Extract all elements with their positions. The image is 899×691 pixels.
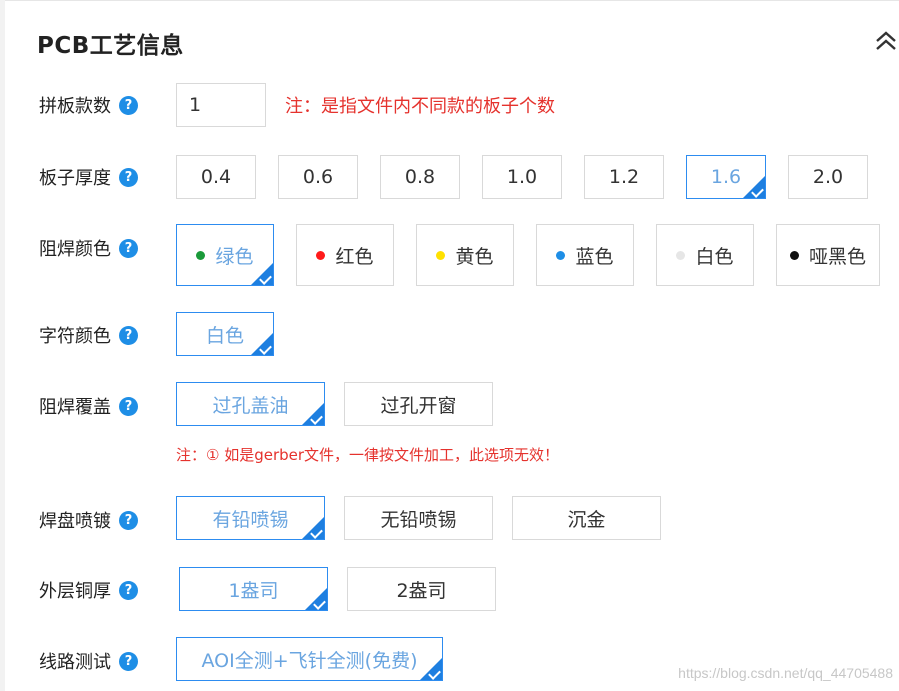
watermark: https://blog.csdn.net/qq_44705488	[678, 665, 893, 681]
solder-color-matte-black[interactable]: 哑黑色	[776, 224, 880, 286]
help-icon[interactable]: ?	[119, 510, 138, 530]
thickness-option-2.0[interactable]: 2.0	[788, 155, 868, 199]
label-solder-mask-cover: 阻焊覆盖 ?	[39, 393, 138, 419]
solder-color-white[interactable]: 白色	[656, 224, 754, 286]
check-icon	[313, 597, 326, 610]
double-chevron-up-icon[interactable]	[873, 29, 899, 53]
panel-count-note: 注：是指文件内不同款的板子个数	[285, 96, 555, 117]
thickness-option-1.0[interactable]: 1.0	[482, 155, 562, 199]
help-icon[interactable]: ?	[119, 238, 138, 258]
thickness-option-0.4[interactable]: 0.4	[176, 155, 256, 199]
thickness-option-1.6[interactable]: 1.6	[686, 155, 766, 199]
help-icon[interactable]: ?	[119, 167, 138, 187]
solder-color-red[interactable]: 红色	[296, 224, 394, 286]
black-dot-icon	[789, 250, 799, 260]
finish-enig[interactable]: 沉金	[512, 496, 661, 540]
help-icon[interactable]: ?	[119, 325, 138, 345]
panel-count-input[interactable]	[176, 83, 266, 127]
help-icon[interactable]: ?	[119, 580, 138, 600]
solder-mask-cover-note: 注：① 如是gerber文件，一律按文件加工，此选项无效！	[176, 446, 560, 464]
thickness-option-0.6[interactable]: 0.6	[278, 155, 358, 199]
help-icon[interactable]: ?	[119, 396, 138, 416]
label-panel-count: 拼板款数 ?	[39, 92, 138, 118]
silkscreen-color-white[interactable]: 白色	[176, 312, 274, 356]
section-title: PCB工艺信息	[37, 33, 184, 59]
check-icon	[751, 185, 764, 198]
label-silkscreen-color: 字符颜色 ?	[39, 322, 138, 348]
label-thickness: 板子厚度 ?	[39, 164, 138, 190]
green-dot-icon	[196, 250, 206, 260]
copper-2oz-option[interactable]: 2盎司	[347, 567, 496, 611]
thickness-option-0.8[interactable]: 0.8	[380, 155, 460, 199]
via-open-option[interactable]: 过孔开窗	[344, 382, 493, 426]
check-icon	[310, 526, 323, 539]
yellow-dot-icon	[436, 250, 446, 260]
check-icon	[259, 342, 272, 355]
blue-dot-icon	[556, 250, 566, 260]
label-circuit-test: 线路测试 ?	[39, 648, 138, 674]
finish-lead-free-hasl[interactable]: 无铅喷锡	[344, 496, 493, 540]
help-icon[interactable]: ?	[119, 651, 138, 671]
label-copper-thickness: 外层铜厚 ?	[39, 577, 138, 603]
circuit-test-aoi-flying-probe[interactable]: AOI全测+飞针全测(免费)	[176, 637, 443, 681]
red-dot-icon	[316, 250, 326, 260]
solder-color-blue[interactable]: 蓝色	[536, 224, 634, 286]
white-dot-icon	[676, 250, 686, 260]
copper-1oz-option[interactable]: 1盎司	[179, 567, 328, 611]
check-icon	[428, 667, 441, 680]
finish-leaded-hasl[interactable]: 有铅喷锡	[176, 496, 325, 540]
label-solder-mask-color: 阻焊颜色 ?	[39, 235, 138, 261]
thickness-option-1.2[interactable]: 1.2	[584, 155, 664, 199]
check-icon	[259, 272, 272, 285]
solder-color-yellow[interactable]: 黄色	[416, 224, 514, 286]
label-surface-finish: 焊盘喷镀 ?	[39, 507, 138, 533]
help-icon[interactable]: ?	[119, 95, 138, 115]
pcb-process-panel: PCB工艺信息 拼板款数 ? 注：是指文件内不同款的板子个数 板子厚度 ? 0.…	[5, 0, 899, 691]
check-icon	[310, 412, 323, 425]
via-tented-option[interactable]: 过孔盖油	[176, 382, 325, 426]
solder-color-green[interactable]: 绿色	[176, 224, 274, 286]
